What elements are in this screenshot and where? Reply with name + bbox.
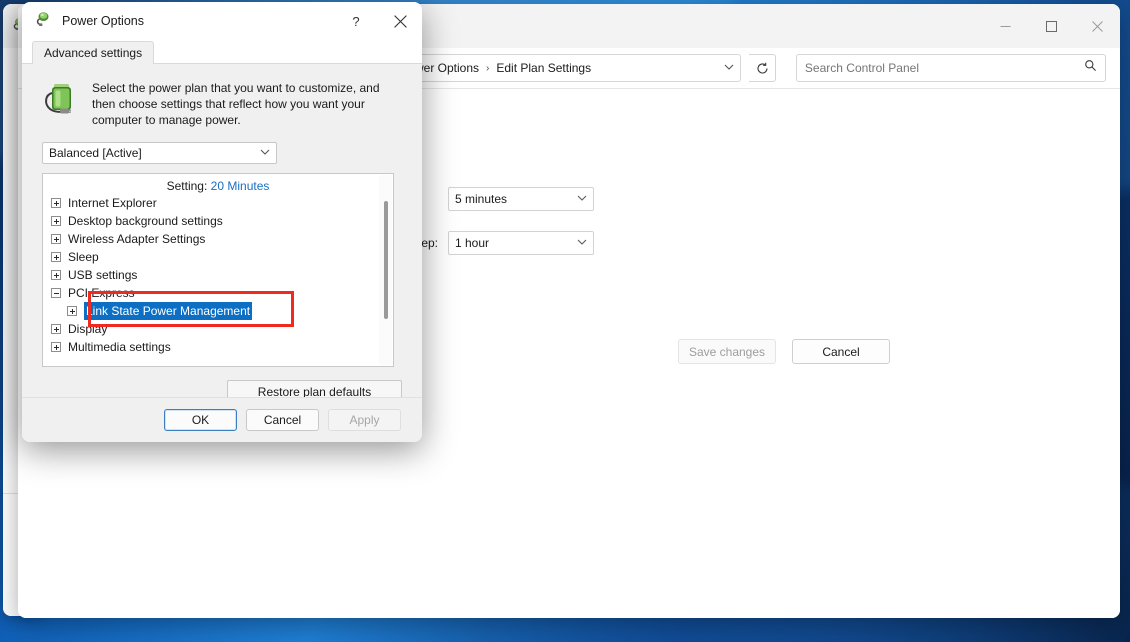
tree-setting-header: Setting: 20 Minutes xyxy=(43,174,393,194)
expand-plus-icon[interactable] xyxy=(51,270,61,280)
dialog-body: Select the power plan that you want to c… xyxy=(22,64,422,442)
tree-node-label: Link State Power Management xyxy=(84,302,252,320)
tree-node[interactable]: Wireless Adapter Settings xyxy=(43,230,393,248)
power-plan-value: Balanced [Active] xyxy=(49,146,142,160)
tree-node-list[interactable]: Internet ExplorerDesktop background sett… xyxy=(43,194,393,356)
chevron-down-icon xyxy=(577,194,587,205)
power-options-dialog[interactable]: Power Options ? Advanced settings xyxy=(22,2,422,442)
dialog-caption-buttons[interactable]: ? xyxy=(334,2,422,40)
tree-setting-value[interactable]: 20 Minutes xyxy=(211,179,270,193)
dialog-intro: Select the power plan that you want to c… xyxy=(22,64,422,128)
maximize-button[interactable] xyxy=(1028,4,1074,48)
cancel-button[interactable]: Cancel xyxy=(792,339,890,364)
dialog-tabstrip[interactable]: Advanced settings xyxy=(22,40,422,64)
tree-node-label: Display xyxy=(68,320,107,338)
tab-advanced-settings[interactable]: Advanced settings xyxy=(32,41,154,64)
dialog-footer: OK Cancel Apply xyxy=(22,398,422,442)
help-button[interactable]: ? xyxy=(334,2,378,40)
advanced-settings-tree[interactable]: Setting: 20 Minutes Internet ExplorerDes… xyxy=(42,173,394,367)
chevron-down-icon xyxy=(577,238,587,249)
save-changes-button[interactable]: Save changes xyxy=(678,339,776,364)
tree-node[interactable]: Desktop background settings xyxy=(43,212,393,230)
close-icon[interactable] xyxy=(378,2,422,40)
expand-plus-icon[interactable] xyxy=(51,216,61,226)
tree-setting-label: Setting: xyxy=(167,179,208,193)
power-plan-select[interactable]: Balanced [Active] xyxy=(42,142,277,164)
tree-node-label: Desktop background settings xyxy=(68,212,223,230)
tree-node[interactable]: Internet Explorer xyxy=(43,194,393,212)
dialog-intro-text: Select the power plan that you want to c… xyxy=(92,78,404,128)
tree-node-label: Wireless Adapter Settings xyxy=(68,230,205,248)
control-panel-actions: Save changes Cancel xyxy=(678,339,1120,364)
tree-node-label: USB settings xyxy=(68,266,137,284)
display-timeout-select[interactable]: 5 minutes xyxy=(448,187,594,211)
expand-plus-icon[interactable] xyxy=(51,234,61,244)
tree-node-label: Multimedia settings xyxy=(68,338,171,356)
expand-plus-icon[interactable] xyxy=(51,198,61,208)
restore-plan-link[interactable]: his plan xyxy=(318,301,1120,315)
chevron-down-icon xyxy=(260,148,270,159)
breadcrumb-separator: › xyxy=(486,63,489,74)
ok-button[interactable]: OK xyxy=(164,409,237,431)
dialog-title: Power Options xyxy=(62,14,144,28)
tree-node[interactable]: Display xyxy=(43,320,393,338)
tree-node[interactable]: Link State Power Management xyxy=(43,302,393,320)
window-caption-buttons[interactable] xyxy=(982,4,1120,48)
tree-node-label: PCI Express xyxy=(68,284,135,302)
breadcrumb[interactable]: ower Options › Edit Plan Settings xyxy=(401,54,741,82)
dialog-titlebar[interactable]: Power Options ? xyxy=(22,2,422,40)
tree-node[interactable]: Sleep xyxy=(43,248,393,266)
advanced-settings-link[interactable]: tings xyxy=(318,273,1120,287)
expand-plus-icon[interactable] xyxy=(51,342,61,352)
breadcrumb-item-1[interactable]: Edit Plan Settings xyxy=(496,61,591,75)
tree-node-label: Internet Explorer xyxy=(68,194,157,212)
tree-node[interactable]: USB settings xyxy=(43,266,393,284)
tree-node-label: Sleep xyxy=(68,248,99,266)
collapse-minus-icon[interactable] xyxy=(51,288,61,298)
tree-scrollbar[interactable] xyxy=(379,175,392,365)
search-icon[interactable] xyxy=(1084,59,1097,77)
apply-button[interactable]: Apply xyxy=(328,409,401,431)
expand-plus-icon[interactable] xyxy=(67,306,77,316)
close-button[interactable] xyxy=(1074,4,1120,48)
expand-plus-icon[interactable] xyxy=(51,324,61,334)
tree-node[interactable]: Multimedia settings xyxy=(43,338,393,356)
chevron-down-icon[interactable] xyxy=(724,63,734,74)
battery-plug-icon xyxy=(40,78,80,128)
display-timeout-value: 5 minutes xyxy=(455,192,507,206)
refresh-icon[interactable] xyxy=(749,54,776,82)
search-input[interactable]: Search Control Panel xyxy=(796,54,1106,82)
dialog-cancel-button[interactable]: Cancel xyxy=(246,409,319,431)
expand-plus-icon[interactable] xyxy=(51,252,61,262)
sleep-timeout-value: 1 hour xyxy=(455,236,489,250)
search-placeholder: Search Control Panel xyxy=(805,61,919,75)
power-plug-icon xyxy=(34,10,52,33)
minimize-button[interactable] xyxy=(982,4,1028,48)
sleep-timeout-select[interactable]: 1 hour xyxy=(448,231,594,255)
tree-scrollbar-thumb[interactable] xyxy=(384,201,388,319)
tree-node[interactable]: PCI Express xyxy=(43,284,393,302)
